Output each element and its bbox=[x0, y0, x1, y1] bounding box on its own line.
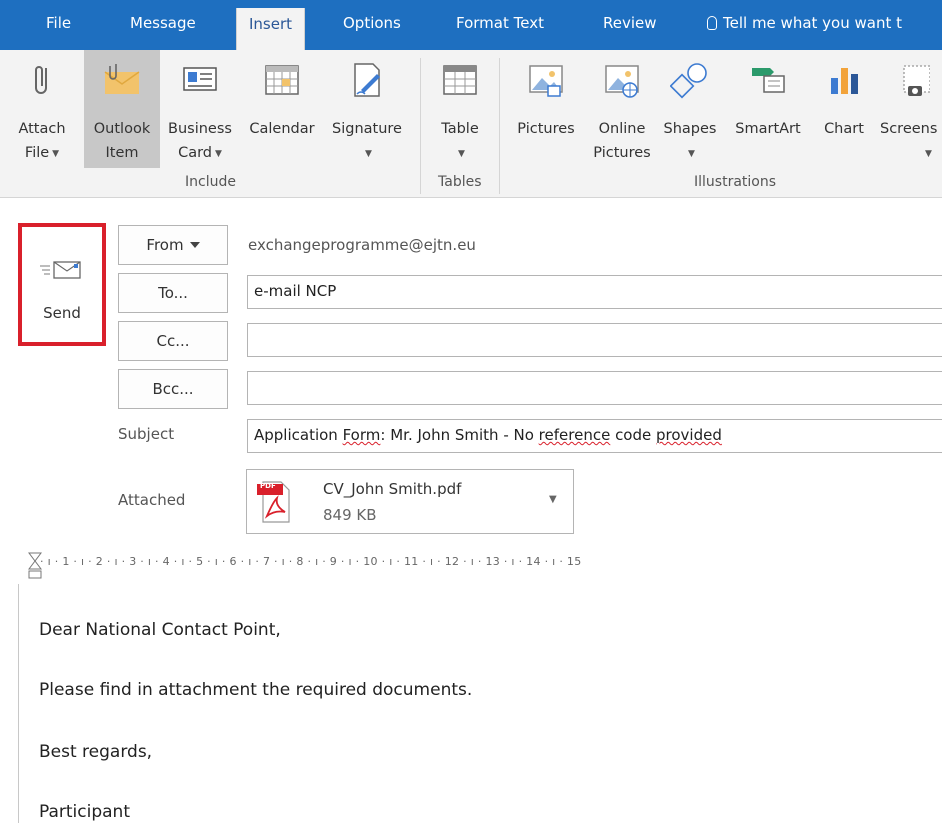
subject-label: Subject bbox=[118, 425, 175, 443]
attach-file-button[interactable]: Attach File ▼ bbox=[0, 50, 84, 168]
tab-review[interactable]: Review bbox=[603, 14, 657, 32]
body-signature: Participant bbox=[39, 802, 131, 822]
chevron-down-icon: ▼ bbox=[688, 149, 695, 159]
outlook-item-button[interactable]: Outlook Item bbox=[84, 50, 160, 168]
pictures-label: Pictures bbox=[517, 121, 575, 137]
calendar-button[interactable]: Calendar bbox=[240, 50, 324, 168]
online-pictures-button[interactable]: Online Pictures bbox=[586, 50, 658, 168]
smartart-button[interactable]: SmartArt bbox=[722, 50, 814, 168]
chevron-down-icon: ▼ bbox=[458, 149, 465, 159]
ribbon-tab-bar: File Message Insert Options Format Text … bbox=[0, 0, 942, 50]
outlook-item-label-2: Item bbox=[105, 145, 139, 161]
chart-icon bbox=[831, 68, 858, 94]
tab-file[interactable]: File bbox=[46, 14, 71, 32]
pictures-button[interactable]: Pictures bbox=[506, 50, 586, 168]
ruler: · ı · 1 · ı · 2 · ı · 3 · ı · 4 · ı · 5 … bbox=[0, 550, 942, 580]
attachment-name: CV_John Smith.pdf bbox=[323, 480, 462, 498]
chevron-down-icon: ▼ bbox=[925, 149, 932, 159]
send-label: Send bbox=[43, 304, 81, 322]
group-label-illustrations: Illustrations bbox=[694, 174, 777, 190]
insert-ribbon: Attach File ▼ Outlook Item Business Card ▼ bbox=[0, 50, 942, 198]
signature-icon bbox=[354, 63, 380, 97]
pictures-icon bbox=[529, 65, 563, 97]
outlook-item-icon bbox=[104, 64, 140, 94]
outlook-item-label-1: Outlook bbox=[93, 121, 151, 137]
cc-button[interactable]: Cc... bbox=[118, 321, 228, 361]
chart-label: Chart bbox=[824, 121, 864, 137]
table-button[interactable]: Table ▼ bbox=[428, 50, 492, 168]
signature-button[interactable]: Signature ▼ bbox=[324, 50, 410, 168]
subject-text-1: Application bbox=[254, 426, 343, 444]
tab-insert[interactable]: Insert bbox=[236, 8, 306, 50]
attachment-item[interactable]: PDF CV_John Smith.pdf 849 KB ▼ bbox=[246, 469, 574, 534]
body-closing: Best regards, bbox=[39, 742, 153, 762]
online-pictures-label-1: Online bbox=[598, 121, 646, 137]
online-pictures-label-2: Pictures bbox=[593, 145, 651, 161]
business-card-icon bbox=[183, 67, 217, 91]
tell-me-search[interactable]: Tell me what you want t bbox=[707, 14, 902, 32]
body-greeting: Dear National Contact Point, bbox=[39, 620, 281, 640]
shapes-button[interactable]: Shapes ▼ bbox=[658, 50, 722, 168]
from-label: From bbox=[146, 236, 184, 254]
ribbon-separator bbox=[420, 58, 421, 194]
business-card-label-1: Business bbox=[168, 121, 232, 137]
chevron-down-icon: ▼ bbox=[365, 149, 372, 159]
ruler-ticks: · ı · 1 · ı · 2 · ı · 3 · ı · 4 · ı · 5 … bbox=[40, 555, 582, 568]
signature-label: Signature bbox=[332, 121, 402, 137]
attachment-size: 849 KB bbox=[323, 506, 377, 524]
send-button[interactable]: Send bbox=[20, 232, 104, 338]
online-pictures-icon bbox=[605, 65, 639, 98]
message-body[interactable]: Dear National Contact Point, Please find… bbox=[18, 584, 942, 823]
table-icon bbox=[443, 65, 477, 95]
send-envelope-icon bbox=[40, 261, 81, 279]
subject-field[interactable]: Application Form: Mr. John Smith - No re… bbox=[247, 419, 942, 453]
group-label-tables: Tables bbox=[438, 174, 482, 190]
chevron-down-icon: ▼ bbox=[52, 149, 60, 159]
subject-text-5: code bbox=[610, 426, 657, 444]
business-card-label-2: Card bbox=[178, 145, 212, 161]
from-address: exchangeprogramme@ejtn.eu bbox=[248, 236, 476, 254]
chart-button[interactable]: Chart bbox=[814, 50, 874, 168]
from-button[interactable]: From bbox=[118, 225, 228, 265]
attached-label: Attached bbox=[118, 491, 186, 509]
screenshot-icon bbox=[903, 65, 930, 96]
group-label-include: Include bbox=[185, 174, 236, 190]
smartart-icon bbox=[752, 68, 785, 93]
attach-file-label-1: Attach bbox=[18, 121, 66, 137]
attach-file-label-2: File bbox=[24, 145, 50, 161]
subject-text-4: reference bbox=[538, 426, 611, 444]
subject-text-2: Form bbox=[342, 426, 381, 444]
calendar-icon bbox=[265, 65, 299, 95]
screenshot-button[interactable]: Screens ▼ bbox=[874, 50, 942, 168]
ribbon-separator bbox=[499, 58, 500, 194]
subject-text-6: provided bbox=[656, 426, 722, 444]
calendar-label: Calendar bbox=[249, 121, 315, 137]
bcc-field[interactable] bbox=[247, 371, 942, 405]
tell-me-label: Tell me what you want t bbox=[723, 14, 902, 32]
subject-text-3: : Mr. John Smith - No bbox=[380, 426, 539, 444]
table-label: Table bbox=[441, 121, 479, 137]
screenshot-label: Screens bbox=[880, 121, 938, 137]
bcc-button[interactable]: Bcc... bbox=[118, 369, 228, 409]
shapes-icon bbox=[670, 63, 707, 99]
paperclip-icon bbox=[35, 66, 47, 94]
tab-options[interactable]: Options bbox=[343, 14, 401, 32]
attachment-dropdown-icon[interactable]: ▼ bbox=[549, 494, 557, 505]
pdf-badge: PDF bbox=[260, 482, 276, 490]
smartart-label: SmartArt bbox=[735, 121, 801, 137]
tab-format-text[interactable]: Format Text bbox=[456, 14, 544, 32]
to-button[interactable]: To... bbox=[118, 273, 228, 313]
body-line-1: Please find in attachment the required d… bbox=[39, 680, 473, 700]
cc-field[interactable] bbox=[247, 323, 942, 357]
chevron-down-icon: ▼ bbox=[215, 149, 222, 159]
tab-message[interactable]: Message bbox=[130, 14, 196, 32]
business-card-button[interactable]: Business Card ▼ bbox=[160, 50, 240, 168]
caret-down-icon bbox=[189, 242, 200, 248]
to-field[interactable]: e-mail NCP bbox=[247, 275, 942, 309]
lightbulb-icon bbox=[707, 16, 717, 30]
shapes-label: Shapes bbox=[663, 121, 717, 137]
